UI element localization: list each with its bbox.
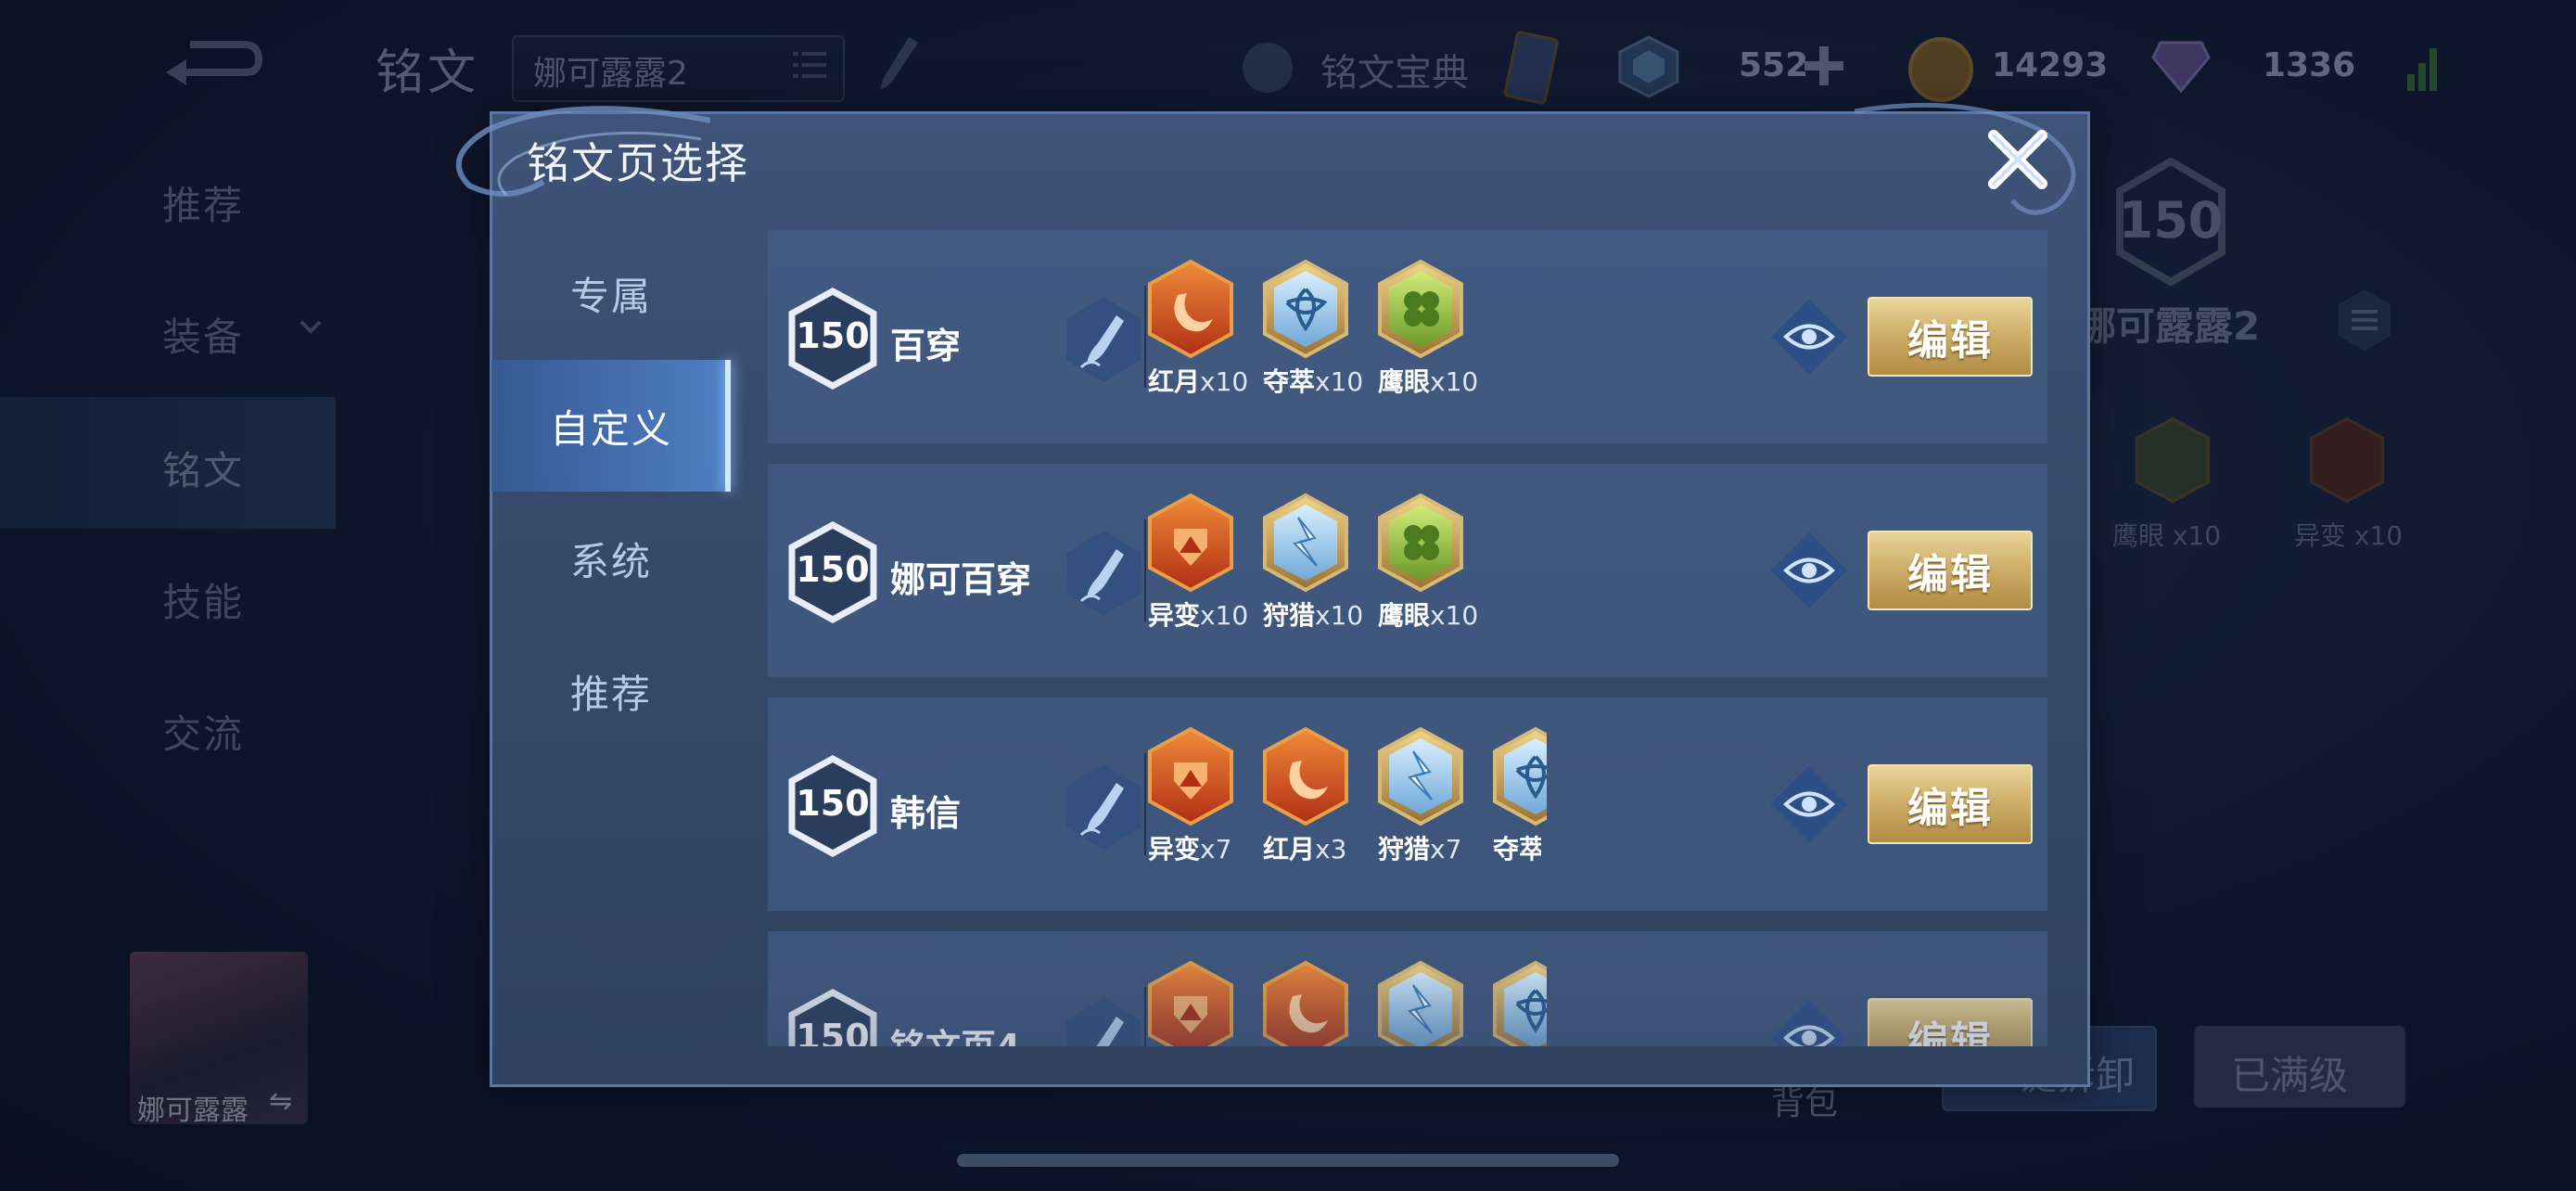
glyph-label: 鹰眼x10 xyxy=(1378,366,1479,397)
glyph-label: 红月x10 xyxy=(1148,366,1249,397)
glyph-red-arrow-icon xyxy=(1148,726,1233,826)
glyph-green-clover-icon xyxy=(1378,493,1463,593)
preview-eye-icon[interactable] xyxy=(1769,531,1849,610)
glyph-label: 夺萃x10 xyxy=(1263,366,1364,397)
glyph-label: 鹰眼x10 xyxy=(1378,600,1479,631)
preview-eye-icon[interactable] xyxy=(1769,998,1849,1046)
rune-page-row[interactable]: 150 铭文页4 编辑 xyxy=(768,931,2047,1046)
rune-page-row[interactable]: 150 韩信异变x7 红月x3 狩猎x7 夺萃 编辑 xyxy=(768,698,2047,911)
rune-page-row[interactable]: 150 娜可百穿异变x10 狩猎x10 鹰眼x10 编辑 xyxy=(768,464,2047,677)
glyph-label: 异变x7 xyxy=(1148,834,1232,864)
glyph-red-arrow-icon xyxy=(1148,493,1233,593)
glyph-label: 夺萃 xyxy=(1493,834,1541,864)
glyph-label: 狩猎x7 xyxy=(1378,834,1462,864)
rune-page-name: 铭文页4 xyxy=(890,1018,1020,1046)
preview-eye-icon[interactable] xyxy=(1769,764,1849,844)
tab-recommend[interactable]: 推荐 xyxy=(491,625,731,757)
glyph-blue-knot-icon xyxy=(1263,259,1348,359)
rune-page-name: 韩信 xyxy=(890,793,962,834)
brush-icon[interactable] xyxy=(1063,527,1144,620)
brush-icon[interactable] xyxy=(1063,293,1144,386)
edit-button[interactable]: 编辑 xyxy=(1868,531,2033,610)
tab-system[interactable]: 系统 xyxy=(491,493,731,624)
rune-page-level: 150 xyxy=(796,783,870,824)
glyph-blue-bolt-icon xyxy=(1263,493,1348,593)
rune-page-name: 百穿 xyxy=(890,326,962,366)
rune-page-row[interactable]: 150 百穿红月x10 夺萃x10 鹰眼x10 编辑 xyxy=(768,230,2047,443)
glyph-blue-knot-icon xyxy=(1491,959,1580,1046)
close-icon[interactable] xyxy=(1984,126,2051,193)
glyph-label: 异变x10 xyxy=(1148,600,1249,631)
dialog-tabs: 专属 自定义 系统 推荐 xyxy=(491,227,731,761)
glyph-label: 红月x3 xyxy=(1263,834,1347,864)
glyph-blue-bolt-icon xyxy=(1378,726,1463,826)
edit-button[interactable]: 编辑 xyxy=(1868,998,2033,1046)
glyph-green-clover-icon xyxy=(1378,259,1463,359)
glyph-red-moon-icon xyxy=(1263,726,1348,826)
tab-custom[interactable]: 自定义 xyxy=(491,360,731,492)
rune-page-level: 150 xyxy=(796,1017,870,1046)
glyph-red-moon-icon xyxy=(1263,960,1348,1046)
edit-button[interactable]: 编辑 xyxy=(1868,764,2033,844)
rune-page-level: 150 xyxy=(796,549,870,590)
glyph-red-moon-icon xyxy=(1148,259,1233,359)
glyph-blue-bolt-icon xyxy=(1378,960,1463,1046)
glyph-label: 狩猎x10 xyxy=(1263,600,1364,631)
brush-icon[interactable] xyxy=(1063,761,1144,853)
dialog-title: 铭文页选择 xyxy=(527,138,749,188)
glyph-blue-knot-icon xyxy=(1491,725,1580,827)
tab-exclusive[interactable]: 专属 xyxy=(491,227,731,359)
edit-button[interactable]: 编辑 xyxy=(1868,297,2033,377)
preview-eye-icon[interactable] xyxy=(1769,297,1849,377)
glyph-red-arrow-icon xyxy=(1148,960,1233,1046)
home-indicator[interactable] xyxy=(957,1154,1619,1167)
rune-page-list[interactable]: 150 百穿红月x10 夺萃x10 鹰眼x10 编辑 150 娜可百穿异变x10 狩猎x10 鹰… xyxy=(768,230,2047,1046)
rune-page-level: 150 xyxy=(796,315,870,356)
rune-page-name: 娜可百穿 xyxy=(890,559,1032,600)
brush-icon[interactable] xyxy=(1063,994,1144,1046)
